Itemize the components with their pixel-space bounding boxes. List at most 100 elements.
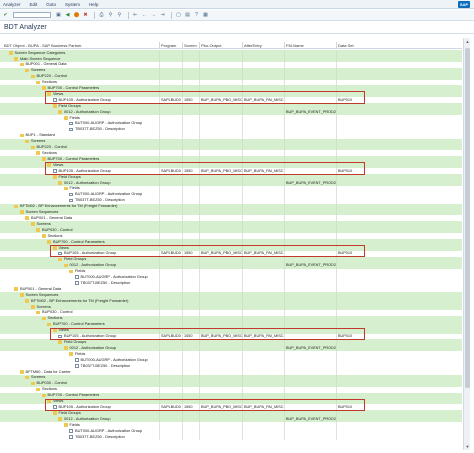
document-icon xyxy=(74,364,79,368)
tree-node-label: BUP1 - Standard xyxy=(25,132,55,138)
column-header[interactable]: Program xyxy=(161,43,176,48)
folder-icon xyxy=(63,423,68,427)
tree-node-label: Views xyxy=(53,161,64,167)
scroll-down-arrow-icon[interactable]: ▼ xyxy=(465,444,470,449)
column-header[interactable]: Data Set xyxy=(338,43,354,48)
tree-row[interactable]: TB037T-BEZ50 - Description xyxy=(0,433,462,440)
page-title: BDT Analyzer xyxy=(4,24,47,31)
document-icon xyxy=(74,281,79,285)
prev-page-button[interactable]: ← xyxy=(141,12,148,19)
tree-node-label: TB037T-BEZ50 - Description xyxy=(80,279,131,285)
cell-pbo: BUP_BUPA_PBO_MISC xyxy=(201,168,243,173)
find-next-button[interactable]: ⚲ xyxy=(116,12,123,19)
column-header[interactable]: Screen xyxy=(184,43,197,48)
tree-node-label: BUP030 - Control xyxy=(42,309,73,315)
enter-button[interactable]: ✔ xyxy=(2,12,9,19)
tree-node-label: Sections xyxy=(47,232,63,238)
tree-node-label: BUP105 - Authorization Group xyxy=(64,333,117,339)
shortcut-button[interactable]: ▤ xyxy=(184,12,191,19)
folder-icon xyxy=(30,381,35,386)
tree-node-label: BFTM60 - Data for Carrier xyxy=(25,368,71,374)
cell-screen: 1550 xyxy=(184,251,193,256)
tree-node-label: 0012 - Authorization Group xyxy=(64,179,111,185)
tree-node-label: Screens xyxy=(36,303,51,309)
tree-node-label: BUP030 - Control xyxy=(42,226,73,232)
folder-icon xyxy=(19,293,24,297)
cell-pbo: BUP_BUPA_PBO_MISC xyxy=(201,404,243,409)
folder-icon xyxy=(58,257,62,262)
tree-node-label: Views xyxy=(53,90,64,96)
scroll-thumb[interactable] xyxy=(465,48,470,388)
tree-node-label: BUP700 - Control Parameters xyxy=(47,85,100,91)
next-page-button[interactable]: → xyxy=(150,12,157,19)
tree-node-label: BUP700 - Control Parameters xyxy=(47,392,100,398)
title-bar: BDT Analyzer xyxy=(0,22,474,34)
cell-after: BUP_BUPA_PAI_MISC xyxy=(244,251,284,256)
column-header[interactable]: Pbo-Output xyxy=(201,43,221,48)
cell-after: BUP_BUPA_PAI_MISC xyxy=(244,334,284,339)
new-session-button[interactable]: ▢ xyxy=(175,12,182,19)
menu-bar: Analyzer Edit Goto System Help SAP xyxy=(0,0,474,9)
exit-button[interactable]: ⬤ xyxy=(73,12,80,19)
tree-node-label: Screens xyxy=(31,138,46,144)
tree-node-label: Sections xyxy=(47,315,63,321)
tree-node-label: BUP030 - Control xyxy=(36,380,68,386)
tree-node-label: Fields xyxy=(69,185,80,191)
tree-node-label: BUP700 - Control Parameters xyxy=(53,321,105,327)
tree-node-label: Sections xyxy=(42,150,57,155)
folder-icon xyxy=(36,310,40,315)
folder-icon xyxy=(8,51,13,55)
tree-node-label: BUP001 - General Data xyxy=(20,285,62,291)
scroll-up-arrow-icon[interactable]: ▲ xyxy=(465,39,470,44)
tree-node-label: BUP105 - Authorization Group xyxy=(58,403,111,409)
last-page-button[interactable]: ⇥ xyxy=(159,12,166,19)
document-icon xyxy=(74,358,79,362)
tree-node-label: BUT000-AUGRP - Authorization Group xyxy=(80,356,148,362)
back-button[interactable]: ◀ xyxy=(64,12,71,19)
folder-icon xyxy=(63,186,68,191)
tree-node-label: Sections xyxy=(42,386,57,392)
menu-item-system[interactable]: System xyxy=(65,2,80,7)
column-separator xyxy=(199,42,200,49)
vertical-scrollbar[interactable]: ▲ ▼ xyxy=(463,38,470,450)
help-button[interactable]: ? xyxy=(193,12,200,19)
cell-fm: BUP_BUPA_EVENT_PROD2 xyxy=(286,416,336,421)
tree-node-label: 0012 - Authorization Group xyxy=(69,344,117,350)
find-button[interactable]: ⚲ xyxy=(107,12,114,19)
menu-item-help[interactable]: Help xyxy=(89,2,98,7)
document-icon xyxy=(69,429,73,433)
cell-program: SAPLBUD0 xyxy=(161,251,181,256)
tree-node-label: Field Groups xyxy=(58,102,81,108)
sap-logo: SAP xyxy=(458,1,470,8)
document-icon xyxy=(58,251,62,256)
folder-icon xyxy=(41,316,46,321)
tree-node-label: TB037T-BEZ50 - Description xyxy=(75,197,125,203)
menu-item-analyzer[interactable]: Analyzer xyxy=(3,2,21,7)
print-button[interactable]: ⎙ xyxy=(98,12,105,19)
column-gridline xyxy=(199,433,200,440)
save-button[interactable]: ▣ xyxy=(55,12,62,19)
folder-icon xyxy=(52,175,57,179)
command-field[interactable] xyxy=(13,12,51,18)
first-page-button[interactable]: ⇤ xyxy=(132,12,139,19)
menu-item-edit[interactable]: Edit xyxy=(30,2,38,7)
cell-program: SAPLBUD0 xyxy=(161,168,181,173)
cell-dataset: BUP010 xyxy=(338,404,353,409)
column-header[interactable]: AfterEntry xyxy=(244,43,262,48)
cancel-button[interactable]: ✖ xyxy=(82,12,89,19)
folder-icon xyxy=(47,240,51,244)
tree-node-label: BUP220 - Control xyxy=(36,144,68,150)
cell-program: SAPLBUD0 xyxy=(161,97,181,102)
folder-icon xyxy=(30,304,35,309)
tree-rows: Screen Sequence Categories Main Screen Se… xyxy=(0,50,462,440)
cell-program: SAPLBUD0 xyxy=(161,404,181,409)
layout-button[interactable]: ▦ xyxy=(202,12,209,19)
cell-fm: BUP_BUPA_EVENT_PROD2 xyxy=(286,345,336,350)
cell-dataset: BUP010 xyxy=(338,334,353,339)
menu-item-goto[interactable]: Goto xyxy=(46,2,56,7)
cell-after: BUP_BUPA_PAI_MISC xyxy=(244,168,284,173)
column-header[interactable]: BDT Object - BUPA - SAP Business Partner xyxy=(4,43,82,48)
tree-node-label: BUP001 - General Data xyxy=(25,61,67,67)
document-icon xyxy=(69,198,73,203)
column-header[interactable]: FM-Name xyxy=(286,43,304,48)
